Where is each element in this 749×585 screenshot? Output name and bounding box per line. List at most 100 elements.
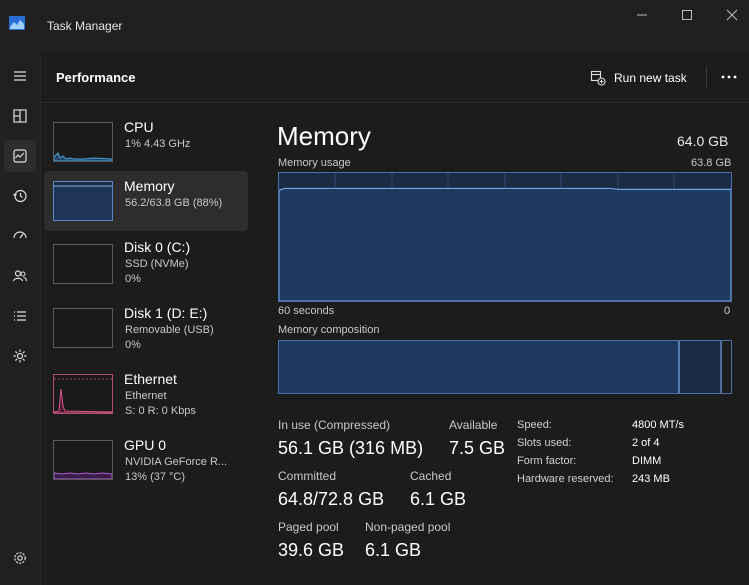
graph-time-left: 60 seconds <box>278 305 335 317</box>
composition-in-use <box>279 341 679 393</box>
resource-item-disk0[interactable]: Disk 0 (C:) SSD (NVMe) 0% <box>44 232 248 292</box>
maximize-icon <box>682 10 692 20</box>
resource-detail: Removable (USB) <box>125 324 214 336</box>
memory-composition-bar <box>278 340 732 394</box>
hamburger-icon <box>14 71 26 81</box>
header-divider <box>706 66 707 88</box>
nonpaged-pool-value: 6.1 GB <box>365 540 422 560</box>
memory-composition-chart <box>279 341 731 393</box>
form-factor-label: Form factor: <box>517 455 577 467</box>
run-new-task-label: Run new task <box>614 71 687 85</box>
cached-label: Cached <box>410 469 452 483</box>
maximize-button[interactable] <box>677 8 697 24</box>
resource-usage: 0% <box>125 339 141 351</box>
resource-detail: 1% 4.43 GHz <box>125 138 191 150</box>
resource-name: CPU <box>124 119 154 135</box>
total-memory: 64.0 GB <box>677 133 729 149</box>
close-button[interactable] <box>722 8 742 24</box>
details-icon <box>14 311 26 321</box>
gpu-thumbnail-graph <box>53 440 113 480</box>
more-icon <box>721 75 737 79</box>
resource-item-cpu[interactable]: CPU 1% 4.43 GHz <box>44 112 248 172</box>
services-icon <box>13 349 27 363</box>
resource-usage: 0% <box>125 273 141 285</box>
run-new-task-button[interactable]: Run new task <box>590 66 687 90</box>
memory-sparkline <box>54 185 112 220</box>
performance-icon <box>13 149 27 163</box>
resource-name: Ethernet <box>124 371 177 387</box>
cpu-sparkline <box>53 152 113 162</box>
composition-free <box>722 341 731 393</box>
paged-pool-label: Paged pool <box>278 520 339 534</box>
memory-usage-chart <box>278 173 732 302</box>
in-use-label: In use (Compressed) <box>278 418 391 432</box>
paged-pool-value: 39.6 GB <box>278 540 345 560</box>
nav-startup-apps[interactable] <box>4 220 36 252</box>
ethernet-sparkline <box>53 378 113 414</box>
close-icon <box>726 9 738 21</box>
slots-used-value: 2 of 4 <box>632 437 660 449</box>
memory-thumbnail-graph <box>53 181 113 221</box>
resource-usage: S: 0 R: 0 Kbps <box>125 405 196 417</box>
nav-app-history[interactable] <box>4 180 36 212</box>
startup-apps-icon <box>13 231 27 239</box>
resource-name: GPU 0 <box>124 437 167 453</box>
resource-usage: 13% (37 °C) <box>125 471 186 483</box>
composition-standby <box>680 341 721 393</box>
minimize-button[interactable] <box>632 8 652 24</box>
memory-usage-graph <box>278 172 732 302</box>
resource-item-ethernet[interactable]: Ethernet Ethernet S: 0 R: 0 Kbps <box>44 364 248 424</box>
resource-name: Disk 1 (D: E:) <box>124 305 208 321</box>
committed-value: 64.8/72.8 GB <box>278 489 385 509</box>
more-options-button[interactable] <box>720 68 738 86</box>
nav-menu-button[interactable] <box>4 60 36 92</box>
in-use-value: 56.1 GB (316 MB) <box>278 438 424 458</box>
slots-used-label: Slots used: <box>517 437 572 449</box>
app-history-icon <box>13 189 27 203</box>
nav-performance[interactable] <box>4 140 36 172</box>
processes-icon <box>13 109 27 123</box>
graph-time-right: 0 <box>724 305 731 317</box>
nav-users[interactable] <box>4 260 36 292</box>
memory-usage-label: Memory usage <box>278 157 351 169</box>
memory-usage-max: 63.8 GB <box>691 157 732 169</box>
page-title: Performance <box>56 70 136 85</box>
resource-name: Disk 0 (C:) <box>124 239 191 255</box>
minimize-icon <box>637 14 647 16</box>
resource-item-memory[interactable]: Memory 56.2/63.8 GB (88%) <box>44 171 248 231</box>
nav-settings[interactable] <box>4 542 36 574</box>
hardware-reserved-value: 243 MB <box>632 473 670 485</box>
disk1-thumbnail-graph <box>53 308 113 348</box>
section-title: Memory <box>277 121 371 151</box>
memory-usage-area <box>278 187 732 302</box>
window-title: Task Manager <box>47 19 123 33</box>
committed-label: Committed <box>278 469 337 483</box>
form-factor-value: DIMM <box>632 455 662 467</box>
task-manager-logo-icon <box>9 16 25 30</box>
resource-item-gpu[interactable]: GPU 0 NVIDIA GeForce R... 13% (37 °C) <box>44 430 248 490</box>
resource-name: Memory <box>124 178 175 194</box>
run-task-icon <box>590 70 606 86</box>
nav-details[interactable] <box>4 300 36 332</box>
available-value: 7.5 GB <box>449 438 506 458</box>
speed-value: 4800 MT/s <box>632 419 684 431</box>
nonpaged-pool-label: Non-paged pool <box>365 520 451 534</box>
available-label: Available <box>449 418 498 432</box>
nav-processes[interactable] <box>4 100 36 132</box>
resource-detail: NVIDIA GeForce R... <box>125 456 228 468</box>
users-icon <box>12 270 28 282</box>
resource-item-disk1[interactable]: Disk 1 (D: E:) Removable (USB) 0% <box>44 298 248 358</box>
memory-composition-label: Memory composition <box>278 324 380 336</box>
nav-services[interactable] <box>4 340 36 372</box>
settings-icon <box>14 552 26 564</box>
resource-detail: SSD (NVMe) <box>125 258 189 270</box>
cached-value: 6.1 GB <box>410 489 467 509</box>
cpu-thumbnail-graph <box>53 122 113 162</box>
gpu-sparkline <box>53 472 113 480</box>
speed-label: Speed: <box>517 419 552 431</box>
disk0-thumbnail-graph <box>53 244 113 284</box>
ethernet-thumbnail-graph <box>53 374 113 414</box>
hardware-reserved-label: Hardware reserved: <box>517 473 614 485</box>
resource-detail: Ethernet <box>125 390 167 402</box>
resource-detail: 56.2/63.8 GB (88%) <box>125 197 223 209</box>
